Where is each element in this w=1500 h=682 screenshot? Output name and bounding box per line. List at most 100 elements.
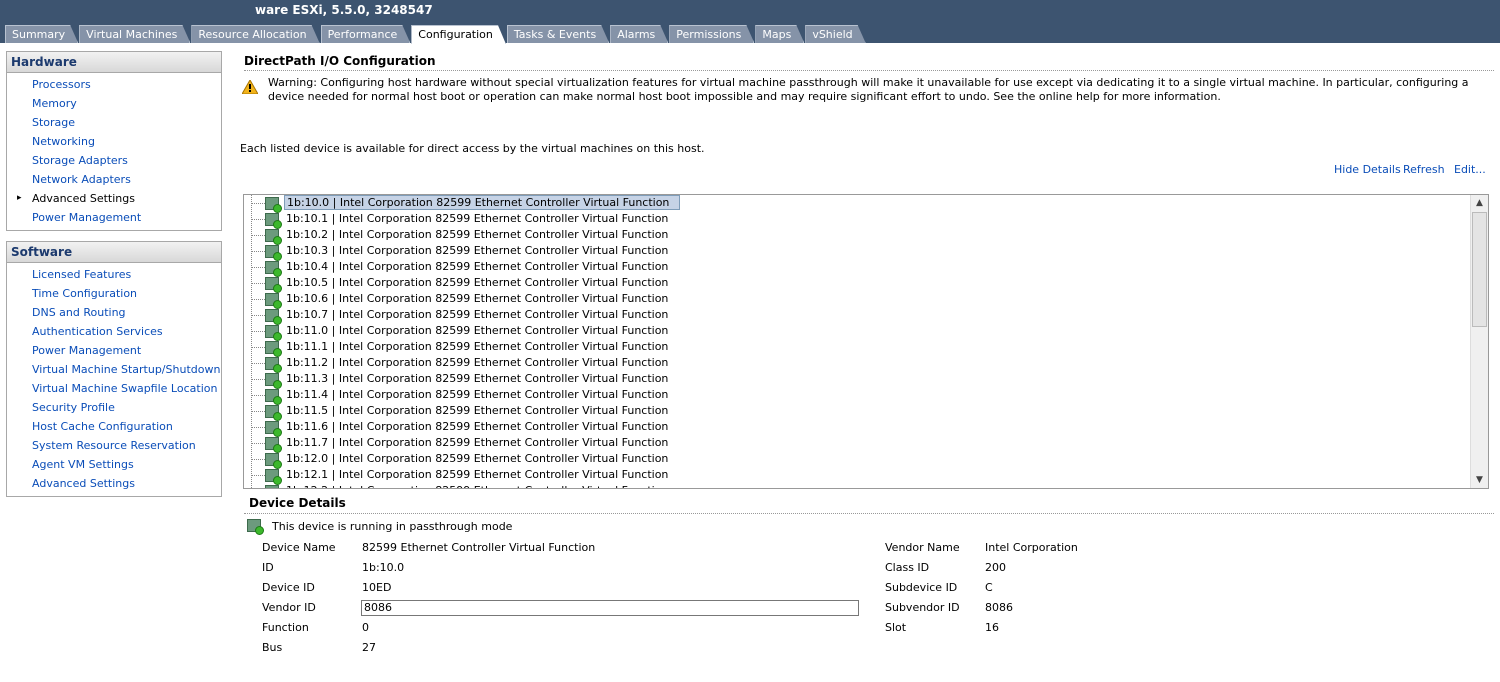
tree-connector bbox=[251, 219, 265, 220]
pci-device-icon bbox=[265, 452, 282, 469]
device-label: 1b:11.6 | Intel Corporation 82599 Ethern… bbox=[286, 420, 669, 433]
device-row[interactable]: 1b:11.0 | Intel Corporation 82599 Ethern… bbox=[251, 323, 678, 341]
device-label: 1b:10.1 | Intel Corporation 82599 Ethern… bbox=[286, 212, 669, 225]
sidebar-item-processors[interactable]: Processors bbox=[7, 75, 221, 94]
sidebar-item-security-profile[interactable]: Security Profile bbox=[7, 398, 221, 417]
device-label: 1b:10.7 | Intel Corporation 82599 Ethern… bbox=[286, 308, 669, 321]
scroll-down-button[interactable]: ▼ bbox=[1471, 472, 1488, 488]
divider bbox=[244, 70, 1494, 71]
device-row[interactable]: 1b:10.4 | Intel Corporation 82599 Ethern… bbox=[251, 259, 678, 277]
device-row[interactable]: 1b:11.3 | Intel Corporation 82599 Ethern… bbox=[251, 371, 678, 389]
warning-icon bbox=[241, 78, 259, 95]
device-row[interactable]: 1b:12.0 | Intel Corporation 82599 Ethern… bbox=[251, 451, 678, 469]
vendor-id-field[interactable]: 8086 bbox=[361, 600, 859, 616]
tree-connector bbox=[251, 267, 265, 268]
sidebar-item-virtual-machine-swapfile-location[interactable]: Virtual Machine Swapfile Location bbox=[7, 379, 221, 398]
tree-connector bbox=[251, 379, 265, 380]
scroll-thumb[interactable] bbox=[1472, 212, 1487, 327]
tree-connector bbox=[251, 395, 265, 396]
device-row[interactable]: 1b:11.7 | Intel Corporation 82599 Ethern… bbox=[251, 435, 678, 453]
hardware-header: Hardware bbox=[7, 52, 221, 73]
device-row[interactable]: 1b:11.1 | Intel Corporation 82599 Ethern… bbox=[251, 339, 678, 357]
sidebar-item-system-resource-reservation[interactable]: System Resource Reservation bbox=[7, 436, 221, 455]
device-row[interactable]: 1b:10.7 | Intel Corporation 82599 Ethern… bbox=[251, 307, 678, 325]
detail-value: 27 bbox=[362, 641, 376, 654]
tab-tasks-events[interactable]: Tasks & Events bbox=[507, 25, 609, 43]
device-row[interactable]: 1b:10.3 | Intel Corporation 82599 Ethern… bbox=[251, 243, 678, 261]
tab-configuration[interactable]: Configuration bbox=[411, 25, 506, 44]
refresh-link[interactable]: Refresh bbox=[1403, 163, 1445, 176]
sidebar-item-network-adapters[interactable]: Network Adapters bbox=[7, 170, 221, 189]
detail-label: Vendor ID bbox=[262, 601, 316, 614]
tab-alarms[interactable]: Alarms bbox=[610, 25, 668, 43]
sidebar-item-host-cache-configuration[interactable]: Host Cache Configuration bbox=[7, 417, 221, 436]
passthrough-device-icon bbox=[247, 518, 264, 535]
tab-vshield[interactable]: vShield bbox=[805, 25, 865, 43]
divider bbox=[244, 513, 1494, 514]
sidebar-item-power-management[interactable]: Power Management bbox=[7, 208, 221, 227]
detail-value: Intel Corporation bbox=[985, 541, 1078, 554]
sidebar-item-agent-vm-settings[interactable]: Agent VM Settings bbox=[7, 455, 221, 474]
sidebar-item-authentication-services[interactable]: Authentication Services bbox=[7, 322, 221, 341]
detail-value: 16 bbox=[985, 621, 999, 634]
tab-permissions[interactable]: Permissions bbox=[669, 25, 754, 43]
sidebar-item-storage[interactable]: Storage bbox=[7, 113, 221, 132]
device-label: 1b:12.1 | Intel Corporation 82599 Ethern… bbox=[286, 468, 669, 481]
edit-link[interactable]: Edit... bbox=[1454, 163, 1486, 176]
tab-summary[interactable]: Summary bbox=[5, 25, 78, 43]
device-row[interactable]: 1b:10.0 | Intel Corporation 82599 Ethern… bbox=[251, 195, 681, 213]
device-details-title: Device Details bbox=[249, 496, 346, 510]
vertical-scrollbar[interactable]: ▲ ▼ bbox=[1470, 195, 1488, 488]
tree-connector bbox=[251, 411, 265, 412]
detail-label: ID bbox=[262, 561, 274, 574]
device-label: 1b:12.0 | Intel Corporation 82599 Ethern… bbox=[286, 452, 669, 465]
device-row[interactable]: 1b:11.4 | Intel Corporation 82599 Ethern… bbox=[251, 387, 678, 405]
device-row[interactable]: 1b:11.2 | Intel Corporation 82599 Ethern… bbox=[251, 355, 678, 373]
device-label: 1b:11.5 | Intel Corporation 82599 Ethern… bbox=[286, 404, 669, 417]
sidebar-item-power-management[interactable]: Power Management bbox=[7, 341, 221, 360]
sidebar-item-licensed-features[interactable]: Licensed Features bbox=[7, 265, 221, 284]
tree-connector bbox=[251, 251, 265, 252]
sidebar-item-networking[interactable]: Networking bbox=[7, 132, 221, 151]
detail-value: 0 bbox=[362, 621, 369, 634]
device-row[interactable]: 1b:10.2 | Intel Corporation 82599 Ethern… bbox=[251, 227, 678, 245]
tab-resource-allocation[interactable]: Resource Allocation bbox=[191, 25, 319, 43]
tab-performance[interactable]: Performance bbox=[321, 25, 411, 43]
sidebar-item-advanced-settings[interactable]: Advanced Settings bbox=[7, 474, 221, 493]
tab-virtual-machines[interactable]: Virtual Machines bbox=[79, 25, 190, 43]
header-bar: ware ESXi, 5.5.0, 3248547 Summary Virtual… bbox=[0, 0, 1500, 43]
tree-connector bbox=[251, 427, 265, 428]
sidebar-item-dns-and-routing[interactable]: DNS and Routing bbox=[7, 303, 221, 322]
pci-device-icon bbox=[265, 212, 282, 229]
pci-device-icon bbox=[265, 388, 282, 405]
pci-device-icon bbox=[265, 436, 282, 453]
device-list[interactable]: 1b:10.0 | Intel Corporation 82599 Ethern… bbox=[243, 194, 1489, 489]
detail-label: Slot bbox=[885, 621, 907, 634]
device-label: 1b:11.0 | Intel Corporation 82599 Ethern… bbox=[286, 324, 669, 337]
tree-connector bbox=[251, 331, 265, 332]
pci-device-icon bbox=[265, 372, 282, 389]
sidebar-item-storage-adapters[interactable]: Storage Adapters bbox=[7, 151, 221, 170]
device-row[interactable]: 1b:10.6 | Intel Corporation 82599 Ethern… bbox=[251, 291, 678, 309]
sidebar-item-time-configuration[interactable]: Time Configuration bbox=[7, 284, 221, 303]
scroll-up-button[interactable]: ▲ bbox=[1471, 195, 1488, 211]
device-row[interactable]: 1b:11.6 | Intel Corporation 82599 Ethern… bbox=[251, 419, 678, 437]
device-row[interactable]: 1b:12.1 | Intel Corporation 82599 Ethern… bbox=[251, 467, 678, 485]
tree-connector bbox=[251, 235, 265, 236]
info-text: Each listed device is available for dire… bbox=[240, 142, 705, 155]
detail-label: Subdevice ID bbox=[885, 581, 958, 594]
hide-details-link[interactable]: Hide Details bbox=[1334, 163, 1401, 176]
device-row[interactable]: 1b:10.5 | Intel Corporation 82599 Ethern… bbox=[251, 275, 678, 293]
device-row[interactable]: 1b:10.1 | Intel Corporation 82599 Ethern… bbox=[251, 211, 678, 229]
device-status: This device is running in passthrough mo… bbox=[272, 520, 513, 533]
tab-maps[interactable]: Maps bbox=[755, 25, 804, 43]
sidebar-item-memory[interactable]: Memory bbox=[7, 94, 221, 113]
tree-connector bbox=[251, 475, 265, 476]
device-label: 1b:10.5 | Intel Corporation 82599 Ethern… bbox=[286, 276, 669, 289]
device-row[interactable]: 1b:12.2 | Intel Corporation 82599 Ethern… bbox=[265, 483, 678, 488]
sidebar-item-advanced-settings[interactable]: Advanced Settings bbox=[7, 189, 221, 208]
detail-label: Subvendor ID bbox=[885, 601, 960, 614]
pci-device-icon bbox=[265, 308, 282, 325]
sidebar-item-virtual-machine-startup-shutdown[interactable]: Virtual Machine Startup/Shutdown bbox=[7, 360, 221, 379]
device-row[interactable]: 1b:11.5 | Intel Corporation 82599 Ethern… bbox=[251, 403, 678, 421]
